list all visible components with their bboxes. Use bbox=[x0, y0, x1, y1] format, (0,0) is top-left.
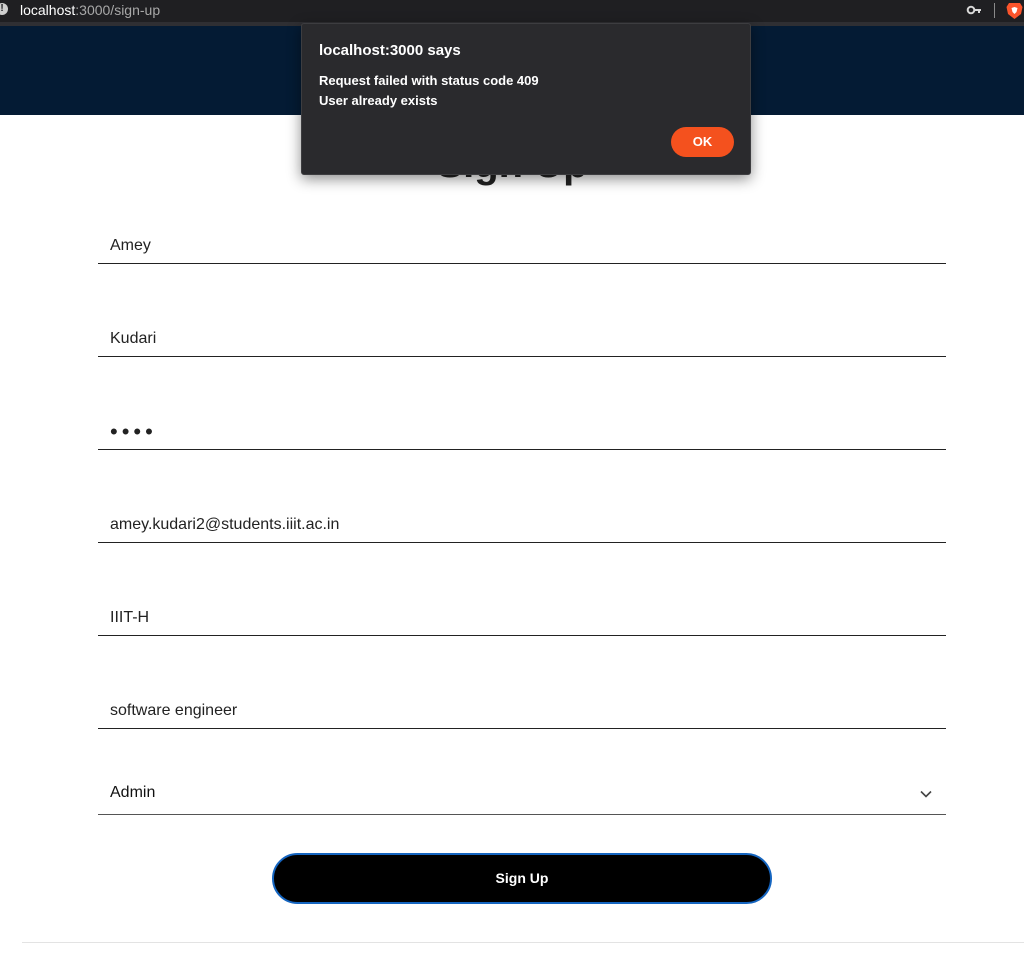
institute-input[interactable] bbox=[98, 600, 946, 636]
user-type-value: Admin bbox=[110, 784, 156, 801]
browser-address-bar: ! localhost:3000/sign-up bbox=[0, 0, 1024, 22]
alert-title: localhost:3000 says bbox=[319, 42, 461, 59]
info-icon[interactable]: ! bbox=[0, 3, 8, 15]
url-host: localhost bbox=[20, 2, 76, 18]
last-name-input[interactable] bbox=[98, 321, 946, 357]
role-input[interactable] bbox=[98, 693, 946, 729]
alert-message-line-1: Request failed with status code 409 bbox=[319, 73, 539, 88]
url-text[interactable]: localhost:3000/sign-up bbox=[20, 2, 160, 18]
sign-up-button[interactable]: Sign Up bbox=[272, 853, 772, 904]
first-name-input[interactable] bbox=[98, 228, 946, 264]
toolbar-divider bbox=[994, 3, 995, 18]
user-type-select[interactable]: Admin bbox=[98, 776, 946, 815]
alert-message-line-2: User already exists bbox=[319, 93, 438, 108]
chevron-down-icon bbox=[920, 790, 932, 798]
password-input[interactable] bbox=[98, 414, 946, 450]
email-input[interactable] bbox=[98, 507, 946, 543]
ok-button[interactable]: OK bbox=[671, 127, 734, 157]
url-path: :3000/sign-up bbox=[75, 2, 161, 18]
footer-divider bbox=[22, 942, 1024, 943]
key-icon[interactable] bbox=[966, 2, 982, 18]
alert-dialog: localhost:3000 says Request failed with … bbox=[301, 23, 751, 175]
brave-lion-icon[interactable] bbox=[1005, 1, 1024, 20]
